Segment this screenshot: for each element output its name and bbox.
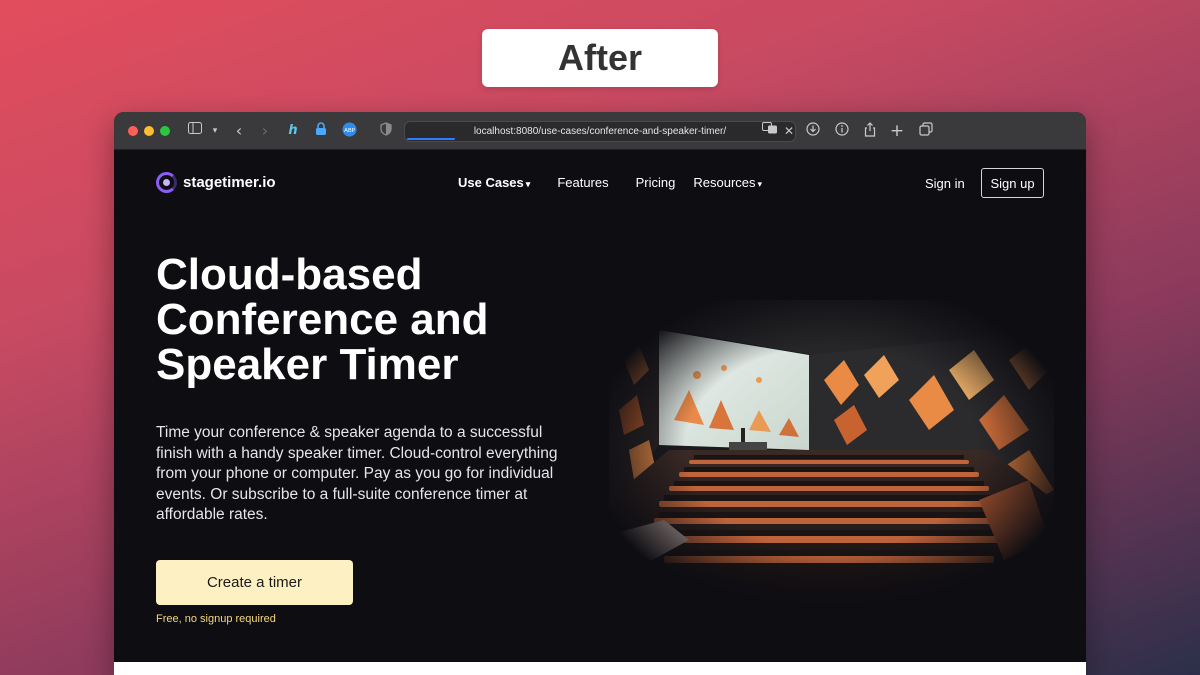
sidebar-icon[interactable] <box>186 122 204 140</box>
tabs-icon[interactable] <box>917 122 935 140</box>
hero-description: Time your conference & speaker agenda to… <box>156 424 558 523</box>
chevron-down-icon: ▾ <box>525 179 531 189</box>
maximize-window-button[interactable] <box>160 125 170 136</box>
forward-icon[interactable]: › <box>256 122 274 140</box>
nav-resources[interactable]: Resources ▾ <box>693 175 762 190</box>
url-text: localhost:8080/use-cases/conference-and-… <box>473 126 727 137</box>
close-icon[interactable]: ✕ <box>780 122 798 140</box>
main-nav: Use Cases ▾ Features Pricing Resources ▾ <box>458 175 789 190</box>
site-logo[interactable]: stagetimer.io <box>156 172 276 193</box>
lock-extension-icon[interactable] <box>312 122 330 140</box>
chevron-down-icon[interactable]: ▾ <box>206 122 224 140</box>
website-content: stagetimer.io Use Cases ▾ Features Pricin… <box>114 150 1086 675</box>
browser-window: ▾ ‹ › h ABP localhost:8080/use-cases/con… <box>114 112 1086 675</box>
stagetimer-logo-icon <box>156 172 177 193</box>
nav-features[interactable]: Features <box>557 175 608 190</box>
browser-toolbar: ▾ ‹ › h ABP localhost:8080/use-cases/con… <box>114 112 1086 150</box>
translate-icon[interactable] <box>761 122 779 140</box>
logo-text: stagetimer.io <box>183 174 276 191</box>
honey-extension-icon[interactable]: h <box>284 122 302 140</box>
svg-text:ABP: ABP <box>344 128 356 134</box>
sign-up-button[interactable]: Sign up <box>981 168 1044 198</box>
sign-in-link[interactable]: Sign in <box>925 176 965 191</box>
shield-icon[interactable] <box>377 122 395 140</box>
conference-hall-illustration <box>609 300 1054 610</box>
after-badge: After <box>482 29 718 87</box>
page-load-progress <box>407 138 455 140</box>
chevron-down-icon: ▾ <box>757 179 763 189</box>
nav-pricing[interactable]: Pricing <box>636 175 676 190</box>
minimize-window-button[interactable] <box>144 125 154 136</box>
address-bar[interactable]: localhost:8080/use-cases/conference-and-… <box>404 121 796 142</box>
hero-title: Cloud-based Conference and Speaker Timer <box>156 250 489 389</box>
close-window-button[interactable] <box>128 125 138 136</box>
plus-icon[interactable]: + <box>888 122 906 140</box>
nav-use-cases[interactable]: Use Cases ▾ <box>458 175 530 190</box>
create-timer-button[interactable]: Create a timer <box>156 560 353 605</box>
share-icon[interactable] <box>861 122 879 140</box>
cta-note: Free, no signup required <box>156 613 276 625</box>
info-icon[interactable] <box>833 122 851 140</box>
adblock-extension-icon[interactable]: ABP <box>340 122 358 140</box>
download-icon[interactable] <box>804 122 822 140</box>
back-icon[interactable]: ‹ <box>230 122 248 140</box>
page-bottom-edge <box>114 662 1086 675</box>
